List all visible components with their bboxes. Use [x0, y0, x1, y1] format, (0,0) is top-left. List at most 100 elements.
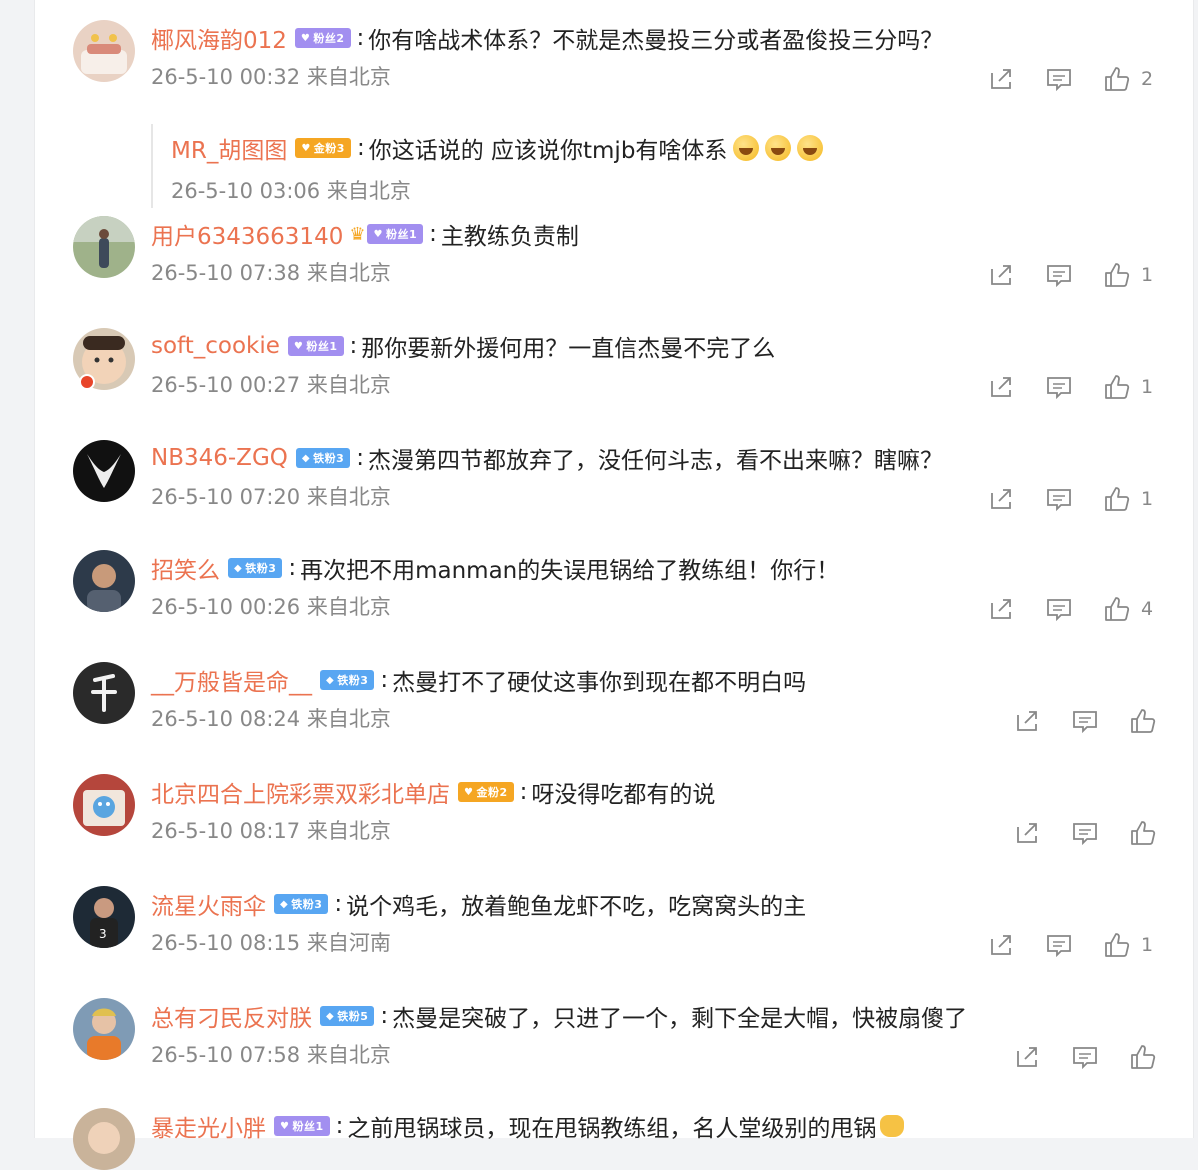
- colon: :: [356, 135, 365, 161]
- comment-actions: [1013, 818, 1157, 848]
- reply-username[interactable]: MR_胡图图: [171, 131, 287, 165]
- comment-username[interactable]: 流星火雨伞: [151, 887, 266, 921]
- fan-badge: ◆ 铁粉5: [320, 1006, 375, 1026]
- like-button[interactable]: [1129, 707, 1157, 735]
- comment-meta: 26-5-10 00:26 来自北京: [151, 595, 391, 619]
- comment-button[interactable]: [1071, 1043, 1099, 1071]
- colon: :: [356, 25, 365, 51]
- forward-button[interactable]: [987, 261, 1015, 289]
- like-icon: [1131, 709, 1156, 733]
- diamond-icon: ◆: [234, 562, 243, 574]
- comment-icon: [1073, 711, 1097, 734]
- comment-username[interactable]: 招笑么: [151, 551, 220, 585]
- forward-button[interactable]: [1013, 707, 1041, 735]
- comment-button[interactable]: [1045, 931, 1073, 959]
- laugh-cry-emoji-icon: [733, 135, 760, 161]
- like-icon: [1131, 821, 1156, 845]
- avatar[interactable]: [73, 440, 135, 502]
- forward-button[interactable]: [987, 373, 1015, 401]
- like-button[interactable]: 1: [1103, 931, 1153, 959]
- comment-button[interactable]: [1071, 707, 1099, 735]
- like-icon: [1131, 1045, 1156, 1069]
- comment-text: 再次把不用manman的失误甩锅给了教练组！你行！: [300, 558, 840, 584]
- colon: :: [380, 667, 389, 693]
- like-icon: [1105, 263, 1130, 287]
- fan-badge: ♥ 粉丝1: [274, 1116, 330, 1136]
- avatar[interactable]: [73, 1108, 135, 1170]
- forward-button[interactable]: [987, 931, 1015, 959]
- like-button[interactable]: 1: [1103, 261, 1153, 289]
- like-button[interactable]: [1129, 1043, 1157, 1071]
- comment-line: 招笑么 ◆ 铁粉3 : 再次把不用manman的失误甩锅给了教练组！你行！: [151, 550, 839, 586]
- comment-meta: 26-5-10 00:27 来自北京: [151, 373, 391, 397]
- comment-text: 主教练负责制: [440, 224, 579, 250]
- like-count: 1: [1141, 934, 1154, 956]
- forward-button[interactable]: [1013, 1043, 1041, 1071]
- diamond-icon: ◆: [326, 674, 335, 686]
- comment-icon: [1047, 265, 1071, 288]
- avatar[interactable]: [73, 550, 135, 612]
- svg-text:3: 3: [99, 927, 107, 941]
- avatar[interactable]: [73, 20, 135, 82]
- colon: :: [349, 333, 358, 359]
- avatar[interactable]: [73, 998, 135, 1060]
- like-button[interactable]: 1: [1103, 373, 1153, 401]
- diamond-icon: ◆: [301, 452, 311, 464]
- comment-username[interactable]: 椰风海韵012: [151, 21, 287, 55]
- forward-button[interactable]: [987, 485, 1015, 513]
- like-button[interactable]: 2: [1103, 65, 1153, 93]
- laugh-cry-emoji-icon: [765, 135, 792, 161]
- fan-badge-label: 铁粉3: [291, 898, 323, 911]
- like-count: 2: [1141, 68, 1154, 90]
- comment-button[interactable]: [1045, 373, 1073, 401]
- comment-actions: 1: [987, 930, 1153, 960]
- heart-icon: ♥: [301, 142, 311, 154]
- heart-icon: ♥: [293, 340, 304, 352]
- comment-meta: 26-5-10 07:38 来自北京: [151, 261, 391, 285]
- comment-username[interactable]: 用户6343663140: [151, 217, 343, 251]
- like-icon: [1105, 375, 1130, 399]
- fan-badge: ♥ 粉丝1: [287, 336, 344, 356]
- comment-username[interactable]: 北京四合上院彩票双彩北单店: [151, 775, 450, 809]
- like-button[interactable]: 4: [1103, 595, 1153, 623]
- doge-emoji-icon: [880, 1115, 905, 1137]
- forward-icon: [1017, 1047, 1037, 1067]
- colon: :: [356, 445, 364, 471]
- forward-button[interactable]: [987, 595, 1015, 623]
- reply-item: MR_胡图图 ♥ 金粉3 : 你这话说的 应该说你tmjb有啥体系 26-5-10…: [151, 124, 871, 208]
- like-icon: [1105, 67, 1130, 91]
- like-count: 4: [1141, 598, 1154, 620]
- like-count: 1: [1141, 264, 1154, 286]
- comment-username[interactable]: soft_cookie: [151, 333, 280, 359]
- comment-username[interactable]: 总有刁民反对朕: [151, 999, 312, 1033]
- comment-actions: [1013, 706, 1157, 736]
- comment-button[interactable]: [1045, 595, 1073, 623]
- avatar[interactable]: 3: [73, 886, 135, 948]
- diamond-icon: ◆: [326, 1010, 335, 1022]
- like-button[interactable]: [1129, 819, 1157, 847]
- comment-text: 杰漫第四节都放弃了，没任何斗志，看不出来嘛？瞎嘛？: [367, 448, 943, 474]
- like-button[interactable]: 1: [1103, 485, 1153, 513]
- avatar[interactable]: [73, 662, 135, 724]
- forward-icon: [991, 69, 1011, 89]
- colon: :: [519, 779, 528, 805]
- fan-badge: ◆ 铁粉3: [295, 448, 351, 468]
- comment-username[interactable]: __万般皆是命__: [151, 663, 312, 697]
- fan-badge-label: 金粉2: [476, 786, 508, 799]
- comment-username[interactable]: NB346-ZGQ: [151, 445, 288, 471]
- forward-icon: [991, 265, 1011, 285]
- comment-button[interactable]: [1045, 65, 1073, 93]
- forward-button[interactable]: [1013, 819, 1041, 847]
- forward-icon: [991, 599, 1011, 619]
- comment-button[interactable]: [1045, 261, 1073, 289]
- comment-actions: 4: [987, 594, 1153, 624]
- fan-badge: ♥ 粉丝2: [294, 28, 351, 48]
- avatar[interactable]: [73, 774, 135, 836]
- forward-button[interactable]: [987, 65, 1015, 93]
- colon: :: [288, 555, 297, 581]
- like-count: 1: [1141, 488, 1154, 510]
- avatar[interactable]: [73, 216, 135, 278]
- comment-button[interactable]: [1045, 485, 1073, 513]
- comment-button[interactable]: [1071, 819, 1099, 847]
- comment-meta: 26-5-10 00:32 来自北京: [151, 65, 391, 89]
